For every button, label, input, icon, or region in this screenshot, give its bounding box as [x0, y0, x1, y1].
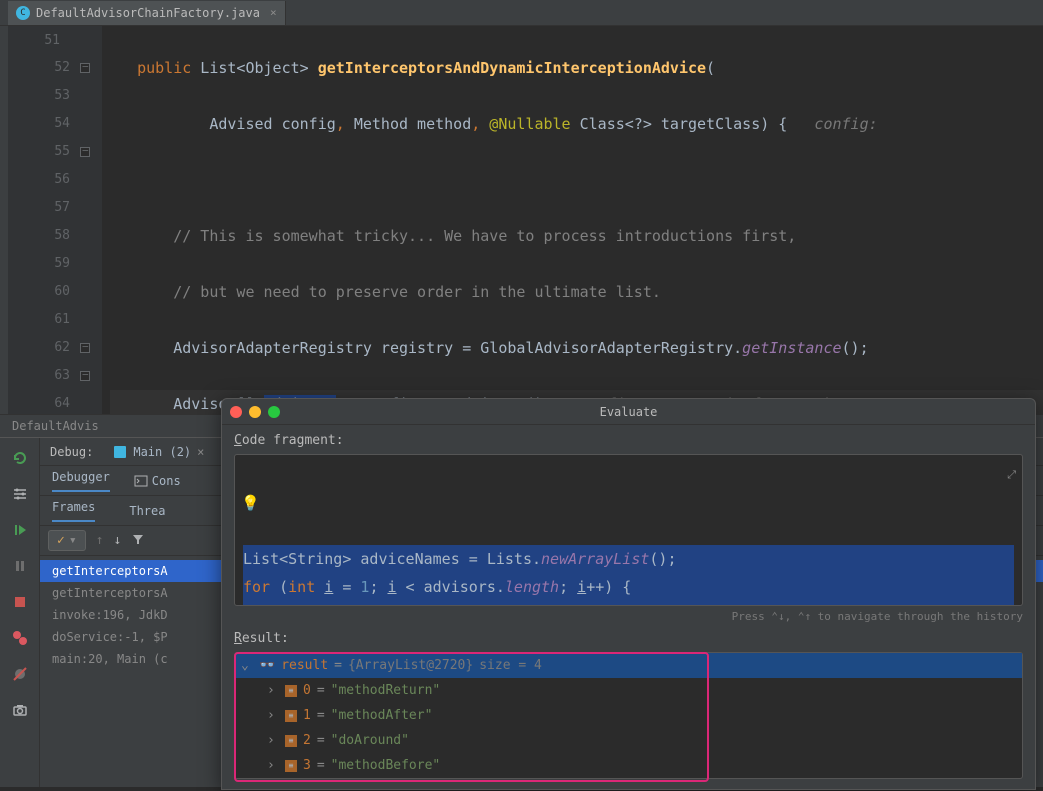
line-number: 55	[54, 144, 70, 159]
line-number: 59	[54, 256, 70, 271]
minimize-window-icon[interactable]	[249, 406, 261, 418]
fold-toggle-icon[interactable]	[80, 371, 90, 381]
result-var-name: result	[281, 658, 328, 673]
filter-icon[interactable]	[131, 532, 145, 550]
result-tree[interactable]: ⌄ 👓 result = {ArrayList@2720} size = 4 ›…	[234, 652, 1023, 779]
result-label: Result:	[234, 631, 1023, 646]
line-number: 62	[54, 340, 70, 355]
code-fragment-input[interactable]: 💡 ⤢ List<String> adviceNames = Lists.new…	[234, 454, 1023, 606]
chevron-right-icon[interactable]: ›	[267, 708, 279, 723]
chevron-down-icon: ▾	[69, 533, 77, 548]
array-index-icon: ≡	[285, 735, 297, 747]
result-value: "methodBefore"	[331, 758, 441, 773]
result-value: "methodAfter"	[331, 708, 433, 723]
camera-icon[interactable]	[10, 700, 30, 720]
line-number: 61	[54, 312, 70, 327]
left-tool-strip	[0, 26, 8, 414]
rerun-icon[interactable]	[10, 448, 30, 468]
line-number: 53	[54, 88, 70, 103]
array-index-icon: ≡	[285, 685, 297, 697]
console-tab[interactable]: Cons	[134, 474, 181, 488]
threads-label[interactable]: Threa	[129, 504, 165, 518]
result-index: 2	[303, 733, 311, 748]
result-type: {ArrayList@2720}	[348, 658, 473, 673]
line-number: 52	[54, 60, 70, 75]
thread-dropdown[interactable]: ✓ ▾	[48, 530, 86, 551]
array-index-icon: ≡	[285, 710, 297, 722]
result-item-row[interactable]: ›≡0 = "methodReturn"	[235, 678, 1022, 703]
code-editor[interactable]: 51 52 53 54 55 56 57 58 59 60 61 62 63 6…	[0, 26, 1043, 414]
editor-tab-bar: C DefaultAdvisorChainFactory.java ×	[0, 0, 1043, 26]
mute-breakpoints-icon[interactable]	[10, 664, 30, 684]
expand-icon[interactable]: ⤢	[1007, 461, 1016, 489]
chevron-right-icon[interactable]: ›	[267, 758, 279, 773]
close-icon[interactable]: ×	[270, 6, 277, 19]
line-number: 63	[54, 368, 70, 383]
close-window-icon[interactable]	[230, 406, 242, 418]
watch-icon: 👓	[259, 658, 275, 673]
result-root-row[interactable]: ⌄ 👓 result = {ArrayList@2720} size = 4	[235, 653, 1022, 678]
result-item-row[interactable]: ›≡3 = "methodBefore"	[235, 753, 1022, 778]
fold-column	[78, 26, 102, 414]
debug-tab-name: Main (2)	[133, 445, 191, 459]
line-number: 60	[54, 284, 70, 299]
resume-icon[interactable]	[10, 520, 30, 540]
close-icon[interactable]: ×	[197, 445, 204, 459]
debug-label: Debug:	[50, 445, 93, 459]
fold-toggle-icon[interactable]	[80, 63, 90, 73]
result-index: 0	[303, 683, 311, 698]
result-index: 3	[303, 758, 311, 773]
dialog-titlebar[interactable]: Evaluate	[222, 399, 1035, 425]
chevron-right-icon[interactable]: ›	[267, 683, 279, 698]
fold-toggle-icon[interactable]	[80, 343, 90, 353]
history-hint: Press ⌃↓, ⌃↑ to navigate through the his…	[234, 610, 1023, 623]
line-number: 64	[54, 396, 70, 411]
code-content[interactable]: public List<Object> getInterceptorsAndDy…	[102, 26, 1043, 414]
line-number: 58	[54, 228, 70, 243]
prev-frame-icon[interactable]: ↑	[96, 533, 104, 548]
settings-icon[interactable]	[10, 484, 30, 504]
debugger-tab[interactable]: Debugger	[52, 470, 110, 492]
result-value: "methodReturn"	[331, 683, 441, 698]
line-number: 57	[54, 200, 70, 215]
line-number: 51	[44, 33, 60, 48]
view-breakpoints-icon[interactable]	[10, 628, 30, 648]
chevron-down-icon[interactable]: ⌄	[241, 658, 253, 673]
stop-icon[interactable]	[10, 592, 30, 612]
maximize-window-icon[interactable]	[268, 406, 280, 418]
code-fragment-label: Code fragment:	[234, 433, 1023, 448]
tab-filename: DefaultAdvisorChainFactory.java	[36, 6, 260, 20]
breadcrumb-item[interactable]: DefaultAdvis	[12, 419, 99, 433]
java-class-icon: C	[16, 6, 30, 20]
dialog-title: Evaluate	[222, 405, 1035, 419]
result-item-row[interactable]: ›≡1 = "methodAfter"	[235, 703, 1022, 728]
frames-label[interactable]: Frames	[52, 500, 95, 522]
line-number: 54	[54, 116, 70, 131]
line-number: 56	[54, 172, 70, 187]
window-controls	[230, 406, 280, 418]
result-item-row[interactable]: ›≡2 = "doAround"	[235, 728, 1022, 753]
evaluate-dialog[interactable]: Evaluate Code fragment: 💡 ⤢ List<String>…	[221, 398, 1036, 790]
result-size: size = 4	[479, 658, 542, 673]
run-config-icon	[113, 445, 127, 459]
check-icon: ✓	[57, 533, 65, 548]
fold-toggle-icon[interactable]	[80, 147, 90, 157]
debug-toolbar	[0, 438, 40, 787]
result-value: "doAround"	[331, 733, 409, 748]
array-index-icon: ≡	[285, 760, 297, 772]
line-gutter: 51 52 53 54 55 56 57 58 59 60 61 62 63 6…	[8, 26, 78, 414]
result-index: 1	[303, 708, 311, 723]
debug-run-tab[interactable]: Main (2) ×	[113, 445, 204, 459]
editor-tab[interactable]: C DefaultAdvisorChainFactory.java ×	[8, 1, 286, 25]
console-icon	[134, 474, 148, 488]
intention-bulb-icon[interactable]: 💡	[241, 489, 257, 505]
chevron-right-icon[interactable]: ›	[267, 733, 279, 748]
pause-icon[interactable]	[10, 556, 30, 576]
next-frame-icon[interactable]: ↓	[113, 533, 121, 548]
